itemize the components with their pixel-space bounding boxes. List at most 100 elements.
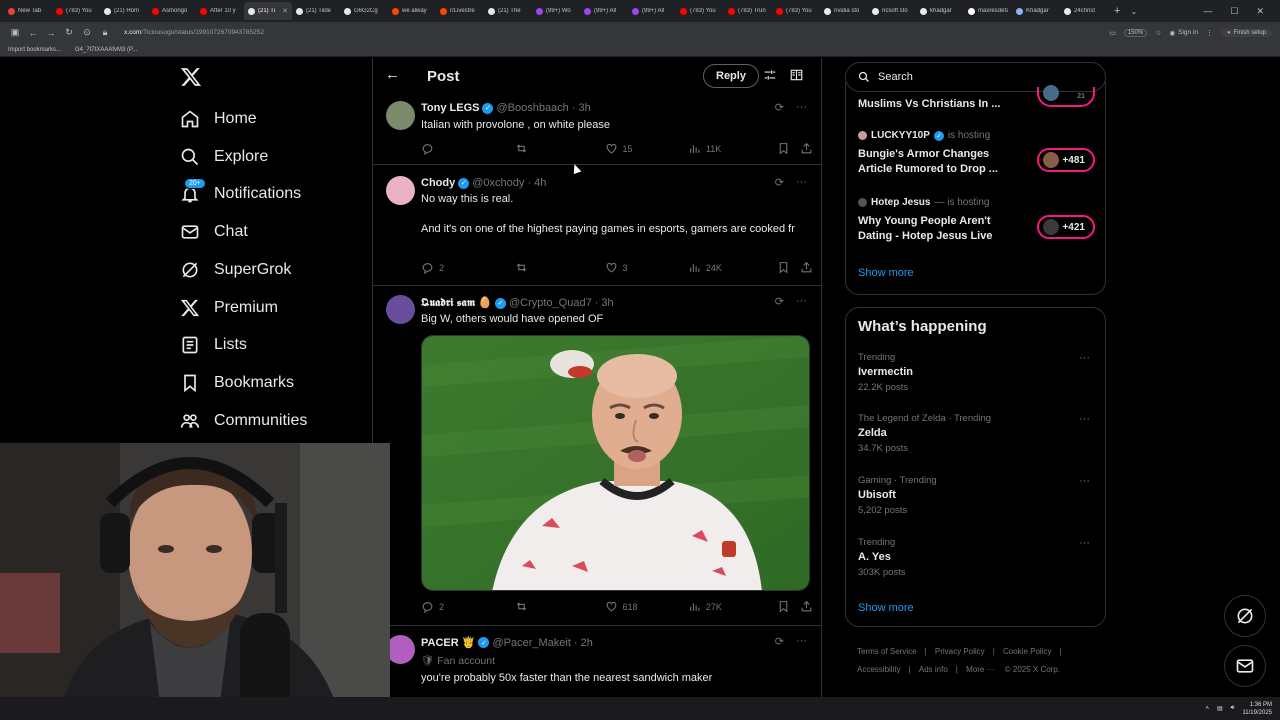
more-link[interactable]: More ··· [966, 665, 994, 674]
more-options-icon[interactable]: ··· [796, 101, 807, 114]
share-button[interactable] [800, 142, 813, 155]
accessibility-link[interactable]: Accessibility [857, 665, 901, 674]
trend-item[interactable]: Gaming · Trending Ubisoft 5,202 posts ··… [858, 475, 1098, 516]
browser-tab[interactable]: (99+) All [580, 2, 628, 20]
close-window-icon[interactable]: ✕ [1256, 6, 1264, 17]
clock[interactable]: 1:36 PM 11/19/2025 [1242, 701, 1272, 717]
browser-tab[interactable]: (783) Trun [724, 2, 772, 20]
privacy-link[interactable]: Privacy Policy [935, 647, 985, 656]
tray-arrow-icon[interactable]: ˄ [1205, 706, 1209, 712]
browser-tab[interactable]: (21) The [484, 2, 532, 20]
filter-sliders-icon[interactable] [763, 68, 777, 82]
avatar[interactable] [386, 101, 415, 130]
nav-item-communities[interactable]: Communities [180, 406, 307, 436]
reader-view-icon[interactable] [789, 68, 804, 82]
browser-tab[interactable]: (783) You [52, 2, 100, 20]
like-button[interactable]: 618 [605, 600, 688, 613]
minimize-icon[interactable]: — [1203, 6, 1212, 16]
nav-item-lists[interactable]: Lists [180, 330, 247, 360]
views-button[interactable]: 27K [688, 600, 777, 613]
more-options-icon[interactable]: ··· [796, 176, 807, 189]
browser-tab[interactable]: ncsoft sto [868, 2, 916, 20]
avatar[interactable] [386, 176, 415, 205]
maximize-icon[interactable]: ☐ [1230, 6, 1238, 17]
space-listeners-pill[interactable]: 21 [1037, 85, 1095, 107]
author-name[interactable]: Chody [421, 177, 455, 189]
reload-icon[interactable]: ↻ [62, 27, 76, 38]
more-options-icon[interactable]: ··· [796, 635, 807, 648]
finish-setup-button[interactable]: ● Finish setup [1221, 28, 1272, 37]
cookie-link[interactable]: Cookie Policy [1003, 647, 1051, 656]
browser-tab[interactable]: (783) You [772, 2, 820, 20]
bookmark-image[interactable]: G4_7t7tXAAAfvM3 (P... [75, 47, 137, 53]
forward-nav-icon[interactable]: → [44, 28, 58, 38]
tweet-quadri-sam[interactable]: 𝕼𝖚𝖆𝖉𝖗𝖎 𝖘𝖆𝖒 🥚 ✓ @Crypto_Quad7 · 3h ⟳ ··· Big … [373, 287, 821, 626]
network-icon[interactable]: ▤ [1217, 705, 1223, 712]
nav-item-bookmarks[interactable]: Bookmarks [180, 368, 294, 398]
browser-tab[interactable]: New Tab [4, 2, 52, 20]
trend-name[interactable]: A. Yes [858, 551, 1098, 563]
trend-item[interactable]: Trending A. Yes 303K posts ··· [858, 537, 1098, 578]
space-title[interactable]: Why Young People Aren't Dating - Hotep J… [858, 214, 1018, 244]
share-button[interactable] [800, 261, 813, 274]
grok-icon[interactable]: ⟳ [775, 635, 784, 648]
author-handle[interactable]: @Booshbaach [496, 102, 568, 114]
browser-tab[interactable]: (783) You [676, 2, 724, 20]
like-button[interactable]: 3 [605, 261, 688, 274]
sidebar-toggle-icon[interactable]: ▣ [8, 27, 22, 38]
space-title[interactable]: Muslims Vs Christians In ... [858, 97, 1018, 112]
ads-info-link[interactable]: Ads info [919, 665, 948, 674]
space-listeners-pill[interactable]: +421 [1037, 215, 1095, 239]
more-options-icon[interactable]: ··· [1079, 537, 1090, 549]
share-button[interactable] [800, 600, 813, 613]
messages-fab-button[interactable] [1224, 645, 1266, 687]
like-button[interactable]: 15 [605, 142, 688, 155]
views-button[interactable]: 11K [688, 142, 777, 155]
star-icon[interactable]: ☆ [1155, 29, 1161, 37]
browser-tab[interactable]: Khadgar [1012, 2, 1060, 20]
author-name[interactable]: PACER 🤴 [421, 636, 475, 649]
author-handle[interactable]: @0xchody [472, 177, 524, 189]
tweet-media-image[interactable] [421, 335, 810, 591]
site-info-icon[interactable]: ⊙ [80, 27, 94, 38]
space-item[interactable]: LUCKYY10P ✓ is hosting Bungie's Armor Chan… [858, 130, 1018, 177]
x-logo-icon[interactable] [180, 66, 202, 88]
install-app-icon[interactable]: ▭ [1109, 29, 1116, 37]
trend-name[interactable]: Ivermectin [858, 366, 1098, 378]
tab-close-icon[interactable]: ✕ [282, 7, 288, 15]
browser-tab[interactable]: Asmongo [148, 2, 196, 20]
author-name[interactable]: Tony LEGS [421, 102, 479, 114]
zoom-indicator[interactable]: 150% [1123, 28, 1148, 37]
reply-button[interactable]: 2 [421, 261, 515, 274]
author-name[interactable]: 𝕼𝖚𝖆𝖉𝖗𝖎 𝖘𝖆𝖒 🥚 [421, 296, 492, 310]
tweet-chody[interactable]: Chody ✓ @0xchody · 4h ⟳ ··· No way this is r… [373, 166, 821, 286]
reply-button[interactable] [421, 142, 515, 155]
new-tab-icon[interactable]: + [1114, 5, 1120, 17]
menu-dots-icon[interactable]: ⋮ [1206, 29, 1213, 37]
space-item[interactable]: Muslims Vs Christians In ... [858, 97, 1018, 112]
trend-item[interactable]: The Legend of Zelda · Trending Zelda 34.… [858, 413, 1098, 454]
nav-item-supergrok[interactable]: SuperGrok [180, 255, 291, 285]
space-listeners-pill[interactable]: +481 [1037, 148, 1095, 172]
trends-show-more-link[interactable]: Show more [858, 602, 914, 614]
reply-button[interactable]: Reply [703, 64, 759, 88]
more-options-icon[interactable]: ··· [796, 295, 807, 308]
browser-tab[interactable]: After 10 y [196, 2, 244, 20]
nav-item-explore[interactable]: Explore [180, 142, 268, 172]
browser-tab[interactable]: we alway [388, 2, 436, 20]
space-title[interactable]: Bungie's Armor Changes Article Rumored t… [858, 147, 1018, 177]
grok-icon[interactable]: ⟳ [775, 101, 784, 114]
bookmark-button[interactable] [777, 261, 800, 274]
browser-tab[interactable]: nvidia sto [820, 2, 868, 20]
author-handle[interactable]: @Pacer_Makeit [492, 637, 570, 649]
browser-tab[interactable]: (99+) All [628, 2, 676, 20]
browser-tab[interactable]: (21) Tilde [292, 2, 340, 20]
trend-name[interactable]: Zelda [858, 427, 1098, 439]
grok-fab-button[interactable] [1224, 595, 1266, 637]
bookmark-button[interactable] [777, 142, 800, 155]
browser-tab[interactable]: (21) Ti ✕ [244, 2, 292, 20]
spaces-show-more-link[interactable]: Show more [858, 267, 914, 279]
reply-button[interactable]: 2 [421, 600, 515, 613]
avatar[interactable] [386, 295, 415, 324]
host-name[interactable]: Hotep Jesus [871, 197, 930, 208]
